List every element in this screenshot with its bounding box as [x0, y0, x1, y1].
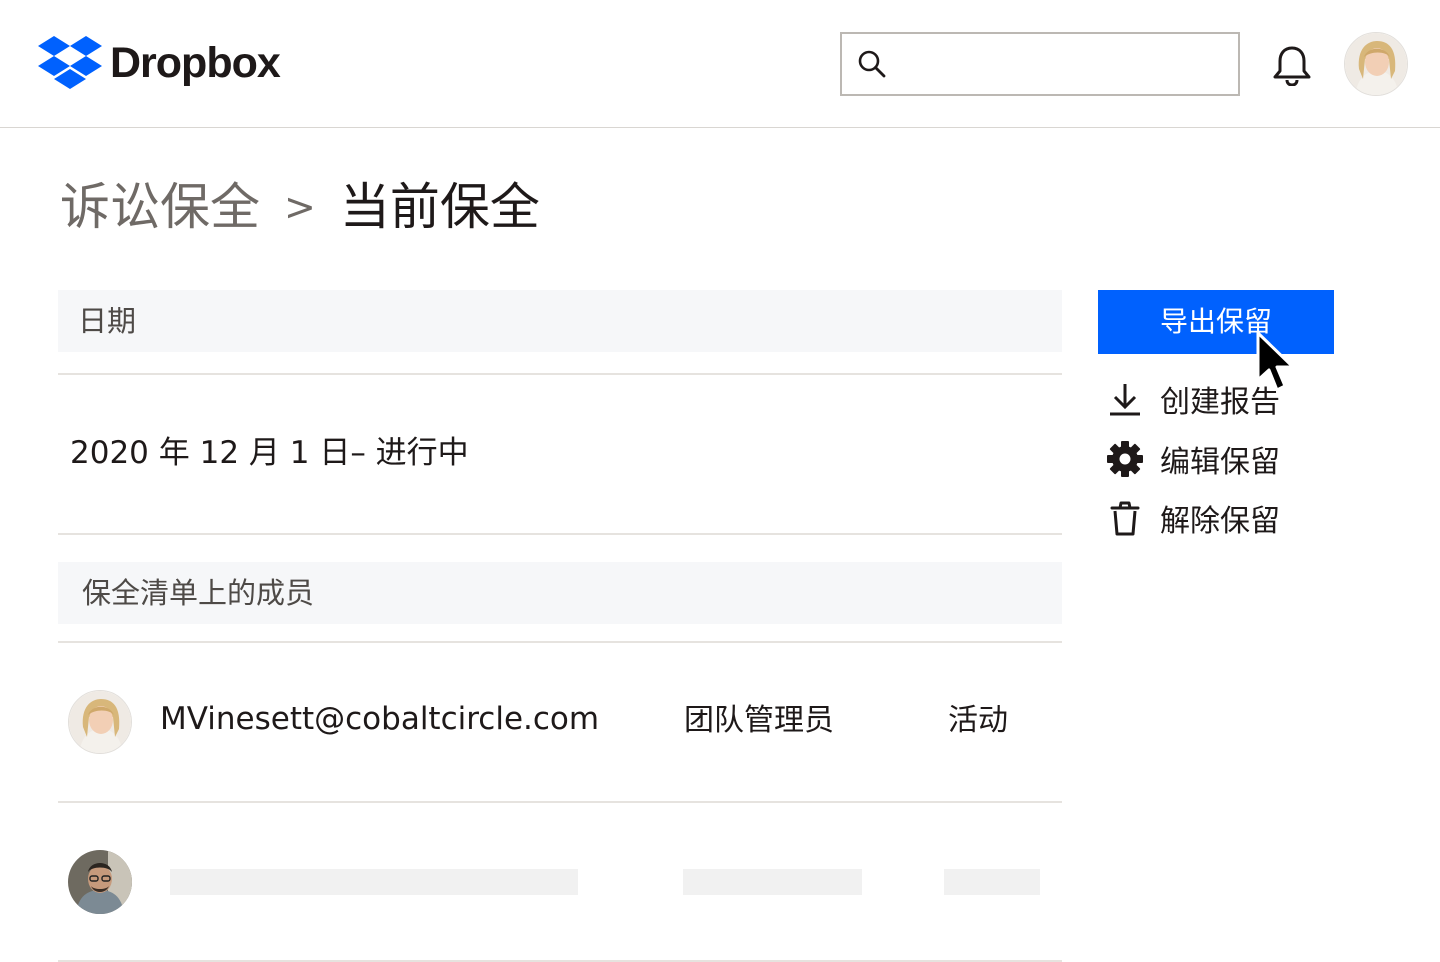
trash-icon — [1110, 501, 1140, 536]
search-box[interactable] — [840, 32, 1240, 96]
edit-hold-action[interactable]: 编辑保留 — [1106, 435, 1280, 483]
top-bar: Dropbox — [0, 0, 1440, 128]
member-avatar — [68, 690, 132, 754]
search-input[interactable] — [898, 42, 1228, 86]
member-email: MVinesett@cobaltcircle.com — [160, 701, 600, 737]
member-avatar-image — [69, 691, 131, 753]
brand-name: Dropbox — [110, 39, 281, 87]
gear-icon — [1107, 441, 1143, 477]
member-avatar-image — [68, 850, 132, 914]
create-report-label: 创建报告 — [1160, 385, 1280, 420]
create-report-action[interactable]: 创建报告 — [1106, 375, 1280, 423]
loading-placeholder — [944, 869, 1040, 895]
members-section-header: 保全清单上的成员 — [58, 562, 1062, 624]
page-title: 当前保全 — [339, 178, 540, 236]
member-role: 团队管理员 — [684, 703, 834, 738]
member-status: 活动 — [948, 703, 1008, 738]
breadcrumb: 诉讼保全 > 当前保全 — [60, 176, 540, 238]
breadcrumb-parent-link[interactable]: 诉讼保全 — [60, 176, 260, 238]
loading-placeholder — [170, 869, 578, 895]
breadcrumb-separator: > — [284, 185, 316, 229]
date-section-header: 日期 — [58, 290, 1062, 352]
download-icon — [1110, 384, 1140, 416]
divider — [58, 373, 1062, 375]
user-avatar-image — [1345, 33, 1407, 95]
export-hold-button[interactable]: 导出保留 — [1098, 290, 1334, 354]
loading-placeholder — [683, 869, 862, 895]
bell-icon[interactable] — [1270, 44, 1314, 86]
user-avatar[interactable] — [1344, 32, 1408, 96]
search-icon — [858, 50, 886, 78]
hold-date-range: 2020 年 12 月 1 日– 进行中 — [70, 435, 469, 471]
edit-hold-label: 编辑保留 — [1160, 445, 1280, 480]
divider — [58, 533, 1062, 535]
divider — [58, 641, 1062, 643]
divider — [58, 801, 1062, 803]
dropbox-logo-icon — [38, 36, 102, 89]
release-hold-label: 解除保留 — [1160, 504, 1280, 539]
dropbox-logo[interactable]: Dropbox — [38, 36, 281, 90]
member-avatar — [68, 850, 132, 914]
release-hold-action[interactable]: 解除保留 — [1106, 494, 1280, 542]
